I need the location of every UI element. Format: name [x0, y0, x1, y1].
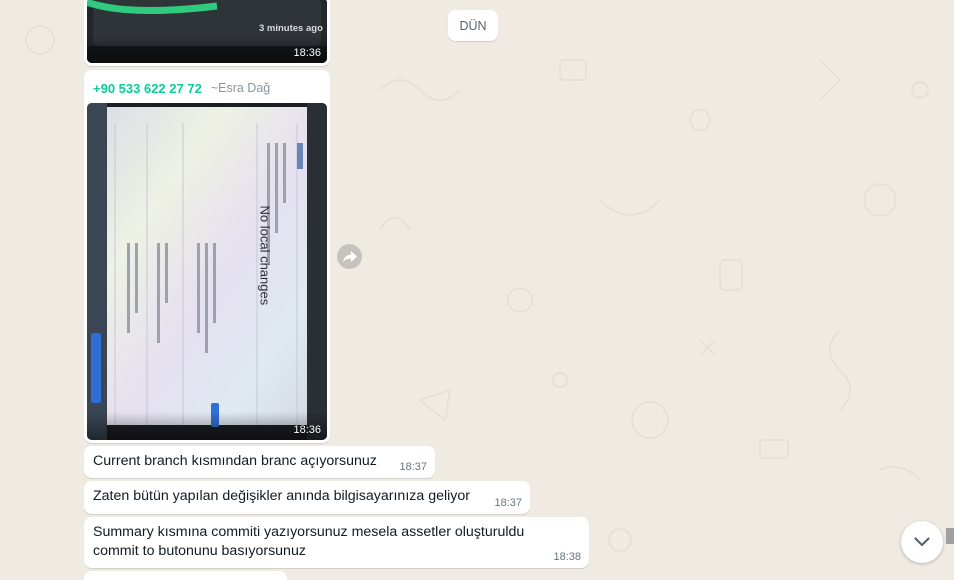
photo-gradient	[87, 412, 327, 440]
text-message-partial[interactable]	[84, 571, 287, 580]
forward-arrow-icon	[342, 250, 357, 262]
sender-line: +90 533 622 27 72 ~Esra Dağ	[87, 73, 327, 103]
message-photo[interactable]: No local changes 18:36	[87, 103, 327, 440]
sender-name: ~Esra Dağ	[210, 81, 271, 95]
message-time: 18:37	[494, 497, 522, 509]
day-separator: DÜN	[448, 10, 498, 41]
photo-thumbnail	[87, 103, 327, 440]
chevron-down-icon	[914, 537, 930, 547]
photo-heading-text: No local changes	[257, 205, 273, 306]
message-text: Summary kısmına commiti yazıyorsunuz mes…	[93, 524, 525, 559]
message-text: Current branch kısmından branc açıyorsun…	[93, 453, 377, 469]
message-time: 18:36	[293, 47, 321, 59]
day-separator-label: DÜN	[459, 18, 487, 33]
image-message[interactable]: +90 533 622 27 72 ~Esra Dağ No local cha…	[84, 70, 330, 443]
image-message[interactable]: 3 minutes ago 18:36	[84, 0, 330, 66]
photo-overlay-text: 3 minutes ago	[259, 23, 323, 34]
message-time: 18:37	[399, 461, 427, 473]
photo-gradient	[87, 35, 327, 63]
sender-phone[interactable]: +90 533 622 27 72	[93, 81, 202, 96]
scroll-to-bottom-button[interactable]	[901, 521, 943, 563]
forward-button[interactable]	[337, 244, 362, 269]
message-photo[interactable]: 3 minutes ago 18:36	[87, 0, 327, 63]
text-message[interactable]: Summary kısmına commiti yazıyorsunuz mes…	[84, 517, 589, 568]
message-text: Zaten bütün yapılan değişikler anında bi…	[93, 488, 470, 504]
scrollbar-thumb[interactable]	[946, 528, 954, 544]
message-time: 18:38	[553, 551, 581, 563]
text-message[interactable]: Current branch kısmından branc açıyorsun…	[84, 446, 435, 478]
message-time: 18:36	[293, 424, 321, 436]
text-message[interactable]: Zaten bütün yapılan değişikler anında bi…	[84, 481, 530, 514]
